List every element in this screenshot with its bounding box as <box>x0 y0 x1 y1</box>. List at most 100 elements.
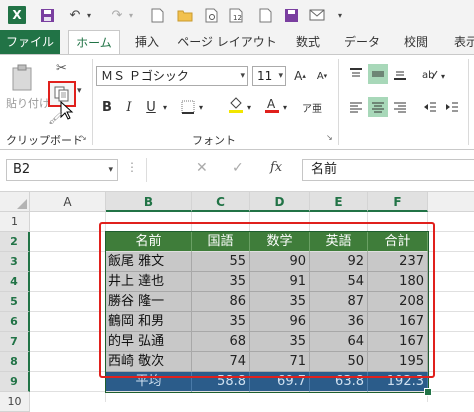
row-header-3[interactable]: 3 <box>0 252 30 272</box>
table-cell-kokugo[interactable]: 74 <box>192 352 250 372</box>
save-as-icon[interactable] <box>282 6 300 24</box>
table-cell-total[interactable]: 195 <box>368 352 428 372</box>
tab-view[interactable]: 表示 <box>446 30 474 54</box>
underline-dropdown-icon[interactable]: ▾ <box>160 97 170 117</box>
table-cell-kokugo[interactable]: 35 <box>192 312 250 332</box>
borders-icon[interactable] <box>178 97 198 117</box>
header-cell-total[interactable]: 合計 <box>368 232 428 252</box>
fill-handle[interactable] <box>424 388 432 396</box>
table-cell-total[interactable]: 167 <box>368 332 428 352</box>
table-cell-name[interactable]: 鶴岡 和男 <box>106 312 192 332</box>
table-cell-sugaku[interactable]: 91 <box>250 272 310 292</box>
fill-color-icon[interactable] <box>226 95 246 115</box>
tab-page-layout[interactable]: ページ レイアウト <box>174 30 280 54</box>
shrink-font-icon[interactable]: A ▾ <box>312 66 332 86</box>
print-icon[interactable] <box>256 6 274 24</box>
name-box[interactable]: B2 ▾ <box>6 159 118 181</box>
header-cell-kokugo[interactable]: 国語 <box>192 232 250 252</box>
mail-icon[interactable] <box>308 6 326 24</box>
table-cell-eigo[interactable]: 92 <box>310 252 368 272</box>
average-cell-kokugo[interactable]: 58.8 <box>192 372 250 392</box>
table-cell-eigo[interactable]: 87 <box>310 292 368 312</box>
table-cell-sugaku[interactable]: 71 <box>250 352 310 372</box>
select-all-corner[interactable] <box>0 192 30 212</box>
insert-function-button[interactable]: fx <box>270 160 282 175</box>
table-cell-sugaku[interactable]: 35 <box>250 332 310 352</box>
column-header-f[interactable]: F <box>368 192 428 212</box>
table-cell-kokugo[interactable]: 86 <box>192 292 250 312</box>
column-header-a[interactable]: A <box>30 192 106 212</box>
align-right-icon[interactable] <box>390 97 410 117</box>
table-cell-kokugo[interactable]: 35 <box>192 272 250 292</box>
grow-font-icon[interactable]: A ▴ <box>290 66 310 86</box>
row-header-7[interactable]: 7 <box>0 332 30 352</box>
paste-icon[interactable] <box>10 63 38 91</box>
average-label-cell[interactable]: 平均 <box>106 372 192 392</box>
align-center-icon[interactable] <box>368 97 388 117</box>
font-color-dropdown-icon[interactable]: ▾ <box>280 97 290 117</box>
cut-icon[interactable]: ✂ <box>56 61 67 76</box>
redo-icon[interactable]: ↷ <box>108 6 126 24</box>
align-top-icon[interactable] <box>346 64 366 84</box>
row-header-4[interactable]: 4 <box>0 272 30 292</box>
table-cell-sugaku[interactable]: 35 <box>250 292 310 312</box>
font-launcher-icon[interactable]: ↘ <box>326 133 333 142</box>
header-cell-sugaku[interactable]: 数学 <box>250 232 310 252</box>
new-file-icon[interactable] <box>148 6 166 24</box>
table-cell-kokugo[interactable]: 55 <box>192 252 250 272</box>
save-icon[interactable] <box>38 6 56 24</box>
table-cell-total[interactable]: 208 <box>368 292 428 312</box>
table-cell-name[interactable]: 飯尾 雅文 <box>106 252 192 272</box>
row-header-6[interactable]: 6 <box>0 312 30 332</box>
table-cell-total[interactable]: 237 <box>368 252 428 272</box>
increase-indent-icon[interactable] <box>442 97 462 117</box>
cancel-entry-icon[interactable]: ✕ <box>196 160 208 176</box>
confirm-entry-icon[interactable]: ✓ <box>232 160 244 176</box>
copy-dropdown-icon[interactable]: ▾ <box>77 86 82 96</box>
undo-dropdown-icon[interactable]: ▾ <box>84 6 94 24</box>
table-cell-name[interactable]: 勝谷 隆一 <box>106 292 192 312</box>
table-cell-kokugo[interactable]: 68 <box>192 332 250 352</box>
fill-color-dropdown-icon[interactable]: ▾ <box>244 97 254 117</box>
decrease-indent-icon[interactable] <box>420 97 440 117</box>
formula-bar-handle-icon[interactable]: ⋮ <box>126 160 139 174</box>
column-header-e[interactable]: E <box>310 192 368 212</box>
table-cell-name[interactable]: 的早 弘通 <box>106 332 192 352</box>
paste-button[interactable]: 貼り付け <box>6 95 50 111</box>
header-cell-eigo[interactable]: 英語 <box>310 232 368 252</box>
table-cell-sugaku[interactable]: 90 <box>250 252 310 272</box>
align-left-icon[interactable] <box>346 97 366 117</box>
font-color-icon[interactable]: A <box>262 95 282 115</box>
customize-qat-icon[interactable]: ▾ <box>334 6 346 24</box>
table-cell-sugaku[interactable]: 96 <box>250 312 310 332</box>
font-name-combo[interactable]: ＭＳ Ｐゴシック ▾ <box>96 66 248 86</box>
column-header-g[interactable] <box>428 192 474 212</box>
page-setup-icon[interactable]: 12 <box>226 6 248 24</box>
align-middle-icon[interactable] <box>368 64 388 84</box>
table-cell-eigo[interactable]: 50 <box>310 352 368 372</box>
row-header-10[interactable]: 10 <box>0 392 30 412</box>
column-header-b[interactable]: B <box>106 192 192 212</box>
header-cell-name[interactable]: 名前 <box>106 232 192 252</box>
table-cell-name[interactable]: 井上 達也 <box>106 272 192 292</box>
table-cell-eigo[interactable]: 64 <box>310 332 368 352</box>
orientation-icon[interactable]: ab <box>420 64 440 84</box>
bold-button[interactable]: B <box>97 97 117 117</box>
row-header-5[interactable]: 5 <box>0 292 30 312</box>
italic-button[interactable]: I <box>119 97 139 117</box>
average-cell-eigo[interactable]: 63.8 <box>310 372 368 392</box>
column-header-d[interactable]: D <box>250 192 310 212</box>
borders-dropdown-icon[interactable]: ▾ <box>196 97 206 117</box>
align-bottom-icon[interactable] <box>390 64 410 84</box>
orientation-dropdown-icon[interactable]: ▾ <box>438 66 448 86</box>
font-size-combo[interactable]: 11 ▾ <box>252 66 286 86</box>
table-cell-total[interactable]: 167 <box>368 312 428 332</box>
formula-input[interactable]: 名前 <box>302 159 474 181</box>
row-header-8[interactable]: 8 <box>0 352 30 372</box>
phonetic-guide-icon[interactable]: ア亜 <box>302 97 322 117</box>
undo-icon[interactable]: ↶ <box>66 6 84 24</box>
table-cell-total[interactable]: 180 <box>368 272 428 292</box>
redo-dropdown-icon[interactable]: ▾ <box>126 6 136 24</box>
open-folder-icon[interactable] <box>176 6 194 24</box>
tab-insert[interactable]: 挿入 <box>124 30 170 54</box>
